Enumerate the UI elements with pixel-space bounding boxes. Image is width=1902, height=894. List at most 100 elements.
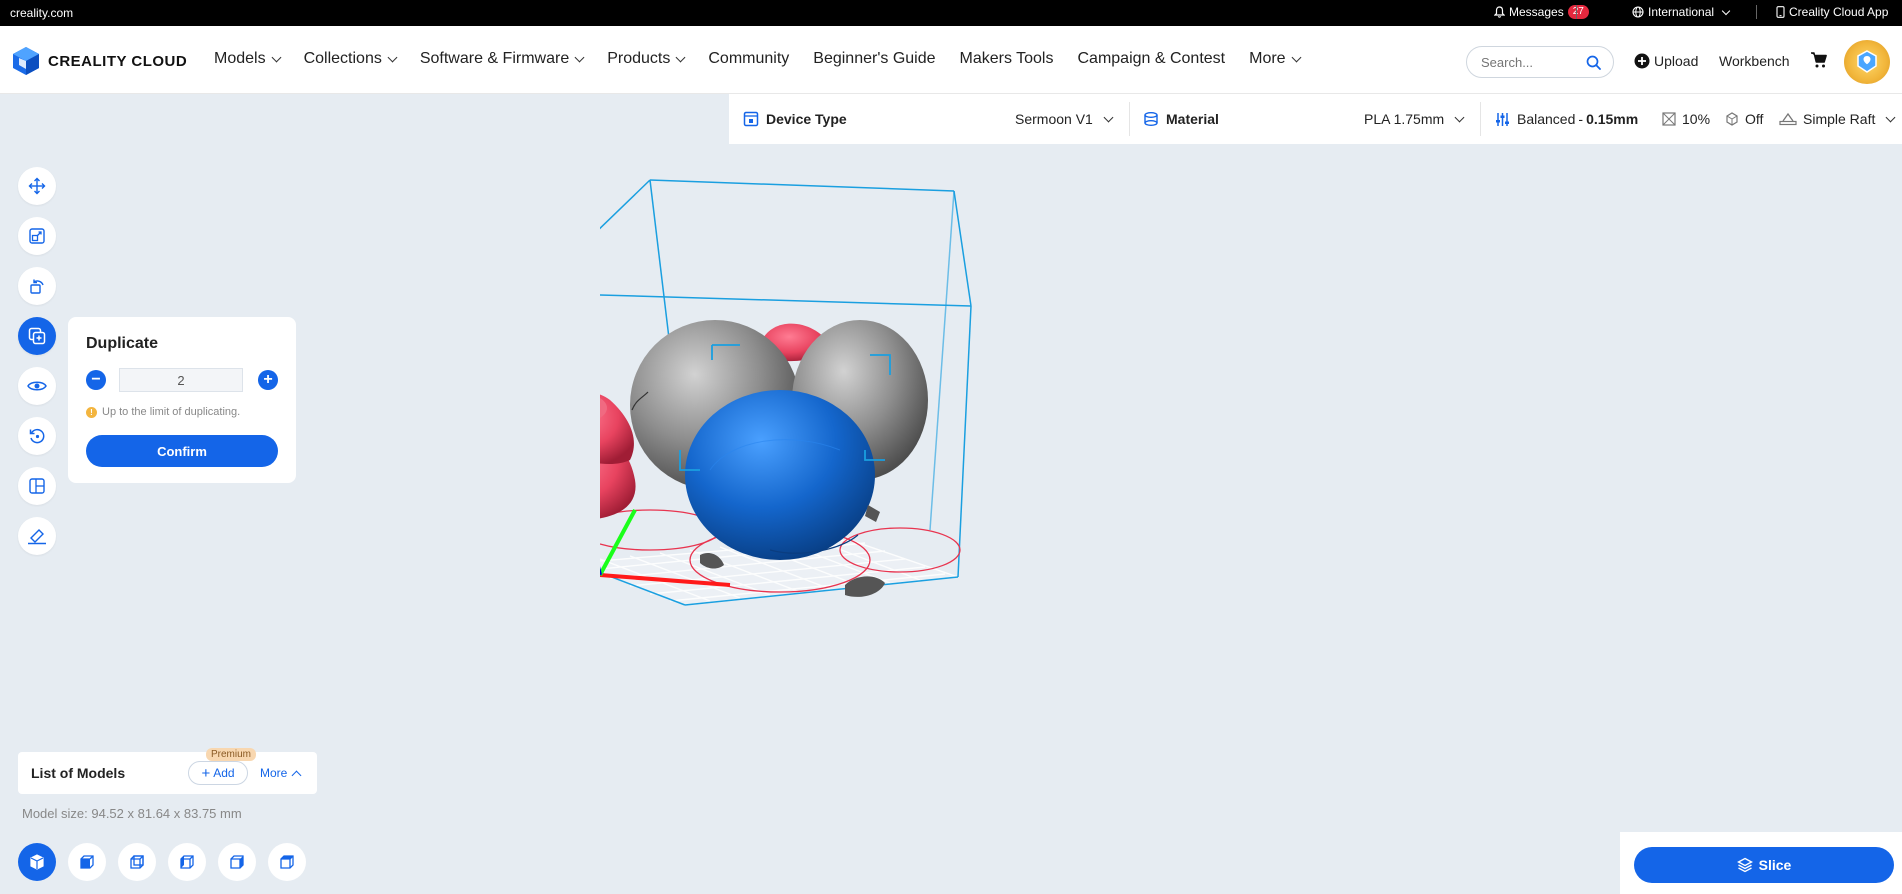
search-icon[interactable] [1586,55,1601,70]
messages-count-badge: 27 [1567,5,1589,19]
app-download-link[interactable]: Creality Cloud App [1776,5,1888,19]
rotate-icon [30,279,44,294]
workbench-label: Workbench [1719,53,1790,69]
decrement-button[interactable]: − [86,370,106,390]
messages-label: Messages [1509,5,1564,19]
view-left-button[interactable] [168,843,206,881]
workbench-link[interactable]: Workbench [1719,53,1790,69]
view-default-button[interactable] [18,843,56,881]
3d-viewport[interactable] [600,160,1220,740]
phone-icon [1776,6,1785,18]
more-toggle[interactable]: More [260,766,302,780]
material-value: PLA 1.75mm [1364,111,1445,127]
chevron-down-icon [1885,112,1896,122]
nav-makers-tools[interactable]: Makers Tools [960,50,1054,68]
nav-collections[interactable]: Collections [304,50,398,68]
layers-icon [1736,857,1753,873]
nav-label: Models [214,50,266,67]
quality-selector[interactable]: Balanced - 0.15mm [1495,94,1638,144]
nav-campaign-contest[interactable]: Campaign & Contest [1077,50,1225,68]
sliders-icon [1496,112,1509,126]
material-label: Material [1166,111,1219,127]
view-top-icon [280,855,294,869]
view-front-button[interactable] [68,843,106,881]
divider [1576,5,1577,19]
infill-icon [1662,112,1676,126]
upload-button[interactable]: Upload [1634,53,1698,69]
top-bar: creality.com Messages 27 International C… [0,0,1902,26]
nav-label: Software & Firmware [419,50,570,67]
device-value: Sermoon V1 [1015,111,1093,127]
info-icon: ! [86,406,97,418]
cart-button[interactable] [1810,51,1828,69]
support-icon [1726,112,1738,126]
nav-community[interactable]: Community [708,50,789,68]
divider [1756,5,1757,19]
rotate-tool-button[interactable] [18,267,56,305]
device-type-selector[interactable]: Device Type [743,94,847,144]
device-dropdown[interactable]: Sermoon V1 [1015,94,1114,144]
minus-icon: − [91,371,101,388]
region-label: International [1648,5,1715,19]
logo-text: CREALITY CLOUD [48,52,188,70]
lay-flat-icon [28,529,46,545]
premium-badge: Premium [206,748,257,761]
infill-value: 10% [1682,111,1711,127]
infill-setting[interactable]: 10% [1662,94,1710,144]
duplicate-title: Duplicate [86,335,159,352]
duplicate-tool-button[interactable] [18,317,56,355]
support-setting[interactable]: Off [1725,94,1763,144]
view-top-button[interactable] [268,843,306,881]
model-list-title: List of Models [31,765,126,781]
reset-tool-button[interactable] [18,417,56,455]
divider [1129,102,1130,136]
view-back-button[interactable] [118,843,156,881]
avatar-badge-icon [1857,50,1877,73]
nav-products[interactable]: Products [607,50,686,68]
move-tool-button[interactable] [18,167,56,205]
material-dropdown[interactable]: PLA 1.75mm [1364,94,1465,144]
nav-beginners-guide[interactable]: Beginner's Guide [813,50,935,68]
view-front-icon [80,855,94,869]
adhesion-selector[interactable]: Simple Raft [1779,94,1896,144]
increment-button[interactable]: + [258,370,278,390]
scale-tool-button[interactable] [18,217,56,255]
plus-circle-icon [1634,53,1650,69]
slice-panel: Slice [1620,832,1902,894]
move-icon [28,177,46,195]
chevron-down-icon [1454,112,1465,122]
nav-label: Beginner's Guide [813,50,936,67]
nav-more[interactable]: More [1249,50,1302,68]
blue-sphere-model [685,390,875,560]
slice-button[interactable]: Slice [1634,847,1894,883]
chevron-down-icon [1291,52,1302,62]
duplicate-hint: ! Up to the limit of duplicating. [86,406,240,418]
layout-tool-button[interactable] [18,467,56,505]
duplicate-count-input[interactable] [119,368,243,392]
view-right-button[interactable] [218,843,256,881]
lay-flat-tool-button[interactable] [18,517,56,555]
messages-link[interactable]: Messages 27 [1494,5,1589,19]
quality-separator: - [1578,111,1584,127]
main-header: CREALITY CLOUD Models Collections Softwa… [0,26,1902,94]
app-label: Creality Cloud App [1789,5,1889,19]
upload-label: Upload [1654,53,1699,69]
site-domain[interactable]: creality.com [10,6,73,20]
site-logo[interactable]: CREALITY CLOUD [10,45,187,77]
search-input[interactable] [1481,54,1581,70]
region-selector[interactable]: International [1632,5,1731,19]
material-selector[interactable]: Material [1143,94,1219,144]
nav-models[interactable]: Models [214,50,282,68]
nav-software-firmware[interactable]: Software & Firmware [419,50,585,68]
confirm-button[interactable]: Confirm [86,435,278,467]
chevron-down-icon [1103,112,1114,122]
add-model-button[interactable]: + Add [188,761,248,785]
visibility-tool-button[interactable] [18,367,56,405]
cart-icon [1811,52,1827,68]
quality-value: 0.15mm [1586,111,1639,127]
user-avatar[interactable] [1844,40,1890,84]
globe-icon [1632,6,1644,18]
main-nav: Models Collections Software & Firmware P… [214,50,1324,68]
nav-label: Campaign & Contest [1077,50,1226,67]
print-settings-bar: Device Type Sermoon V1 Material PLA 1.75… [729,94,1902,144]
